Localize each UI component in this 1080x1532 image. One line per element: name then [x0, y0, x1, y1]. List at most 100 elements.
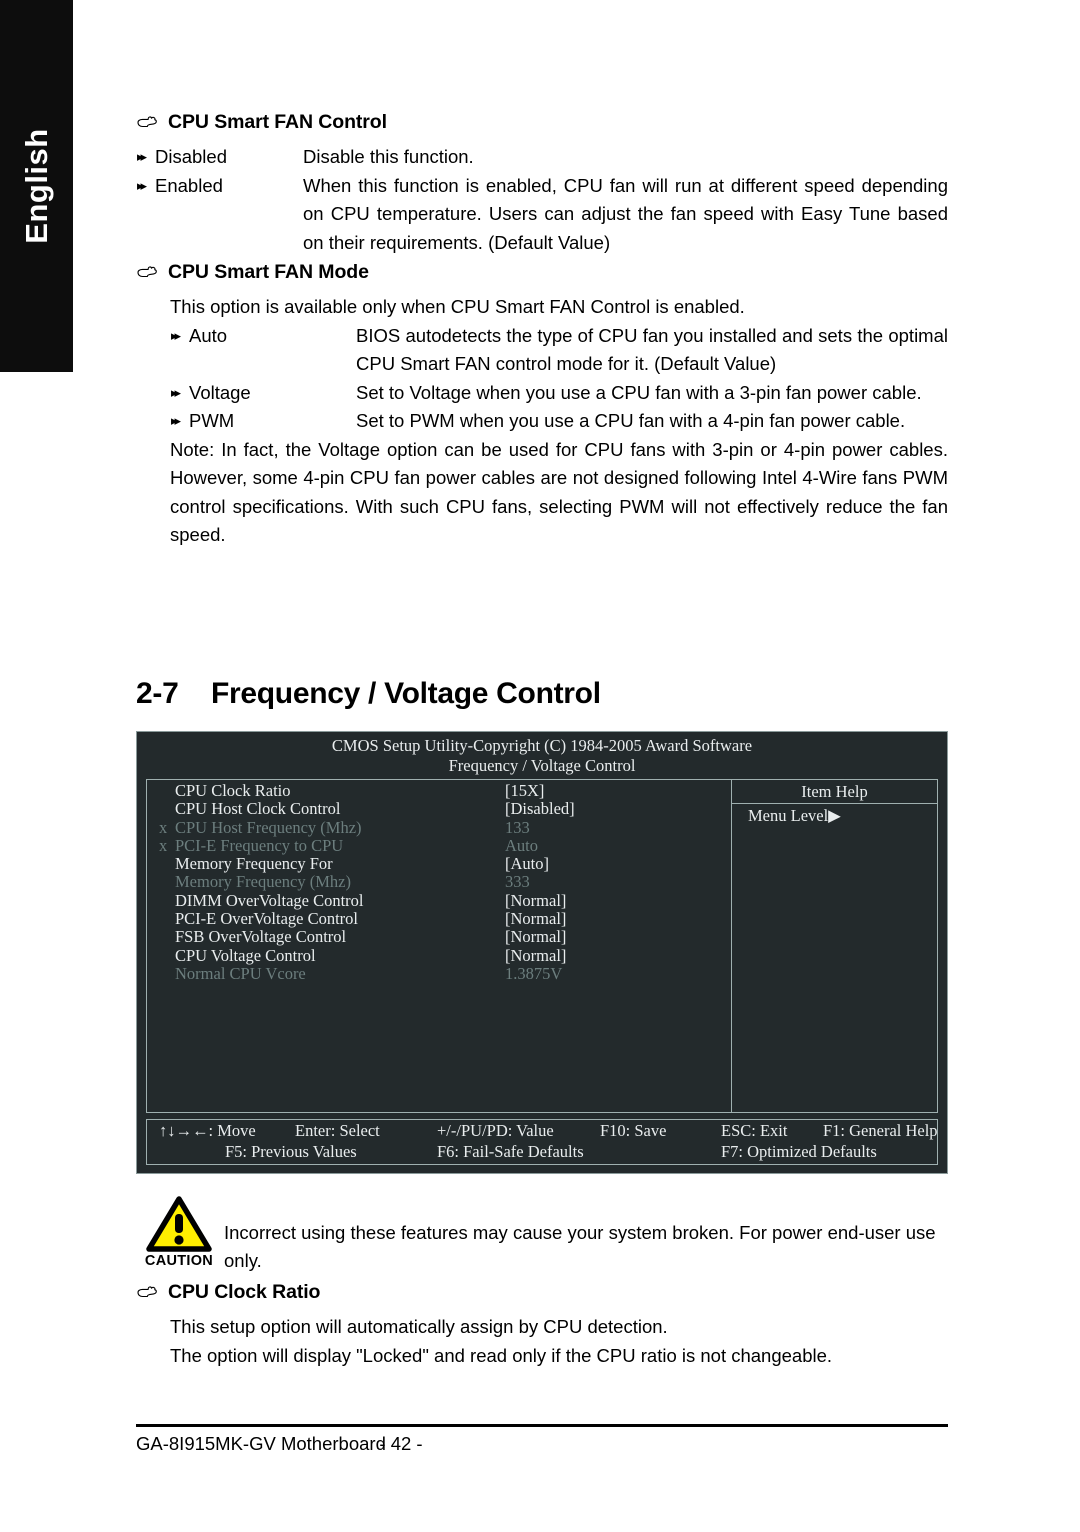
- option-term: PWM: [189, 410, 235, 431]
- bios-row[interactable]: Memory Frequency For [Auto]: [147, 854, 731, 874]
- key-legend-line-1: ↑↓→←: Move Enter: Select +/-/PU/PD: Valu…: [147, 1120, 938, 1141]
- option-term: Voltage: [189, 381, 251, 403]
- heading-text: CPU Smart FAN Mode: [168, 261, 369, 283]
- heading-text: CPU Smart FAN Control: [168, 111, 387, 133]
- option-marker: ▸▸: [137, 177, 147, 193]
- option-description: When this function is enabled, CPU fan w…: [303, 174, 948, 253]
- bios-row-label: CPU Clock Ratio: [175, 781, 291, 800]
- bios-row-label: CPU Voltage Control: [175, 945, 316, 965]
- footer-divider: [136, 1424, 948, 1427]
- bios-row[interactable]: CPU Voltage Control [Normal]: [147, 945, 731, 965]
- bios-row-value[interactable]: [Normal]: [505, 928, 566, 947]
- option-marker: ▸▸: [171, 327, 181, 343]
- bios-row-label: DIMM OverVoltage Control: [175, 890, 364, 910]
- pointing-hand-icon: [136, 1284, 158, 1304]
- bios-setup-screenshot: CMOS Setup Utility-Copyright (C) 1984-20…: [136, 731, 948, 1174]
- bios-row-value[interactable]: [Normal]: [505, 909, 566, 928]
- option-description: Disable this function.: [303, 146, 474, 167]
- option-marker: ▸▸: [137, 149, 147, 164]
- bios-row-label: CPU Host Frequency (Mhz): [175, 817, 362, 837]
- bios-row-value[interactable]: [Normal]: [505, 946, 566, 965]
- option-row: ▸▸ PWM Set to PWM when you use a CPU fan…: [170, 407, 948, 436]
- item-help-header: Item Help: [732, 782, 937, 804]
- section-title-frequency-voltage-control: 2-7 Frequency / Voltage Control: [136, 677, 948, 711]
- bios-row[interactable]: DIMM OverVoltage Control [Normal]: [147, 890, 731, 910]
- bios-title: CMOS Setup Utility-Copyright (C) 1984-20…: [331, 736, 753, 755]
- bios-row-value: 333: [505, 872, 530, 892]
- bios-row-value[interactable]: [Auto]: [505, 854, 549, 873]
- bios-body: CPU Clock Ratio [15X] CPU Host Clock Con…: [146, 779, 938, 1113]
- key-exit: ESC: Exit: [721, 1121, 788, 1140]
- bios-row: x PCI-E Frequency to CPU Auto: [147, 835, 731, 855]
- section-title-text: Frequency / Voltage Control: [211, 677, 601, 710]
- bios-row[interactable]: CPU Host Clock Control [Disabled]: [147, 799, 731, 819]
- caution-note: CAUTION Incorrect using these features m…: [136, 1196, 948, 1274]
- key-previous-values: F5: Previous Values: [225, 1142, 357, 1161]
- bios-row: Normal CPU Vcore 1.3875V: [147, 963, 731, 983]
- option-term: Disabled: [155, 146, 227, 167]
- option-row: ▸▸ Auto BIOS autodetects the type of CPU…: [170, 322, 948, 379]
- bios-row[interactable]: FSB OverVoltage Control [Normal]: [147, 927, 731, 947]
- heading-cpu-smart-fan-mode: CPU Smart FAN Mode: [136, 261, 948, 284]
- bios-row-label: Memory Frequency For: [175, 854, 333, 874]
- option-row: ▸▸ Enabled When this function is enabled…: [136, 172, 948, 258]
- bios-row-flag: x: [159, 835, 168, 855]
- page-footer: GA-8I915MK-GV Motherboard - 42 -: [136, 1430, 948, 1460]
- pointing-hand-icon: [136, 114, 158, 134]
- option-description: BIOS autodetects the type of CPU fan you…: [356, 324, 948, 375]
- heading-cpu-clock-ratio: CPU Clock Ratio: [136, 1281, 948, 1304]
- smart-fan-mode-intro: This option is available only when CPU S…: [170, 296, 745, 317]
- section-cpu-clock-ratio: CPU Clock Ratio This setup option will a…: [136, 1281, 948, 1370]
- bios-row-label: Normal CPU Vcore: [175, 963, 306, 983]
- key-value: +/-/PU/PD: Value: [437, 1121, 554, 1140]
- bios-row-label: PCI-E OverVoltage Control: [175, 909, 359, 929]
- bios-row-value[interactable]: [Disabled]: [505, 799, 575, 818]
- bios-row-value: Auto: [505, 835, 538, 855]
- cpu-clock-ratio-line-1: This setup option will automatically ass…: [170, 1316, 668, 1337]
- key-enter-select: Enter: Select: [295, 1121, 380, 1140]
- heading-text: CPU Clock Ratio: [168, 1281, 321, 1303]
- bios-row-value[interactable]: [15X]: [505, 781, 544, 800]
- caution-text: Incorrect using these features may cause…: [224, 1222, 936, 1271]
- bios-row-label: PCI-E Frequency to CPU: [175, 835, 344, 855]
- option-term: Auto: [189, 324, 228, 346]
- key-optimized-defaults: F7: Optimized Defaults: [721, 1142, 877, 1161]
- bios-row-label: CPU Host Clock Control: [175, 799, 341, 819]
- caution-label: CAUTION: [144, 1253, 214, 1269]
- key-legend-line-2: F5: Previous Values F6: Fail-Safe Defaul…: [147, 1141, 937, 1162]
- bios-row-value[interactable]: [Normal]: [505, 891, 566, 910]
- page-content: CPU Smart FAN Control ▸▸ Disabled Disabl…: [0, 0, 1080, 1532]
- bios-row: x CPU Host Frequency (Mhz) 133: [147, 817, 731, 837]
- key-save: F10: Save: [600, 1121, 667, 1140]
- bios-row-flag: x: [159, 817, 168, 837]
- key-general-help: F1: General Help: [823, 1121, 938, 1140]
- option-row: ▸▸ Disabled Disable this function.: [136, 143, 948, 172]
- option-term: Enabled: [155, 174, 223, 196]
- smart-fan-mode-note: Note: In fact, the Voltage option can be…: [170, 438, 948, 546]
- bios-row[interactable]: PCI-E OverVoltage Control [Normal]: [147, 909, 731, 929]
- bios-row-value: 1.3875V: [505, 963, 563, 983]
- option-marker: ▸▸: [171, 384, 181, 400]
- pointing-hand-icon: [136, 264, 158, 284]
- heading-cpu-smart-fan-control: CPU Smart FAN Control: [136, 111, 948, 134]
- warning-triangle-icon: [146, 1196, 212, 1252]
- caution-icon-group: CAUTION: [136, 1196, 222, 1269]
- page-number: - 42 -: [379, 1433, 423, 1454]
- menu-level-text: Menu Level▶: [748, 806, 841, 825]
- option-row: ▸▸ Voltage Set to Voltage when you use a…: [170, 379, 948, 408]
- bios-row[interactable]: CPU Clock Ratio [15X]: [147, 781, 731, 800]
- section-cpu-smart-fan-mode: CPU Smart FAN Mode This option is availa…: [136, 261, 948, 550]
- bios-option-list: CPU Clock Ratio [15X] CPU Host Clock Con…: [147, 780, 732, 1112]
- bios-row: Memory Frequency (Mhz) 333: [147, 872, 731, 892]
- option-description: Set to PWM when you use a CPU fan with a…: [356, 410, 906, 431]
- bios-item-help-panel: Item Help Menu Level▶: [732, 780, 937, 1112]
- bios-key-legend: ↑↓→←: Move Enter: Select +/-/PU/PD: Valu…: [146, 1119, 938, 1165]
- section-number: 2-7: [136, 677, 179, 710]
- key-failsafe-defaults: F6: Fail-Safe Defaults: [437, 1142, 584, 1161]
- bios-subtitle: Frequency / Voltage Control: [448, 756, 636, 775]
- key-move: ↑↓→←: Move: [159, 1121, 256, 1140]
- bios-row-label: FSB OverVoltage Control: [175, 927, 347, 947]
- cpu-clock-ratio-line-2: The option will display "Locked" and rea…: [170, 1344, 833, 1366]
- option-marker: ▸▸: [171, 413, 181, 428]
- bios-row-value: 133: [505, 817, 530, 837]
